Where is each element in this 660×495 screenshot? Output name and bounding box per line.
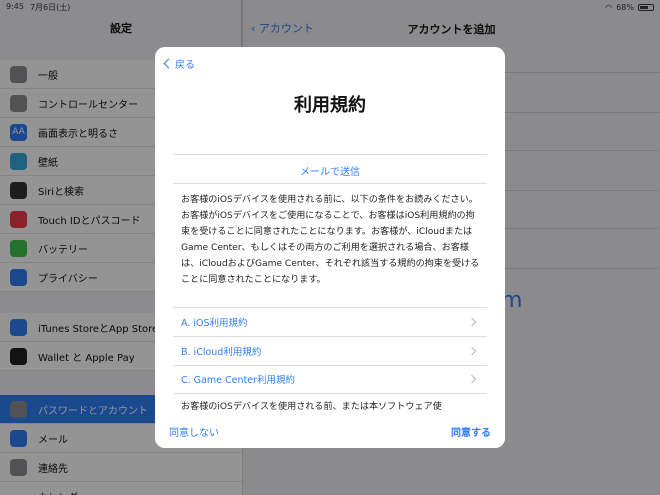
chevron-left-icon [163,58,174,69]
terms-intro-text: お客様のiOSデバイスを使用される前に、以下の条件をお読みください。お客様がiO… [181,195,480,285]
icloud-terms-link[interactable]: B. iCloud利用規約 [181,337,481,365]
terms-continued-text: お客様のiOSデバイスを使用される前、または本ソフトウェア使 [181,402,442,412]
status-date: 7月6日(土) [29,2,71,12]
status-time: 9:45 [6,1,24,11]
chevron-right-icon [467,346,477,356]
status-bar: 9:45 7月6日(土) ◠ 68% [0,0,660,14]
chevron-right-icon [467,317,477,327]
game-center-terms-label: C. Game Center利用規約 [181,375,295,386]
terms-dialog: 戻る 利用規約 メールで送信 お客様のiOSデバイスを使用される前に、以下の条件… [155,47,505,448]
game-center-terms-link[interactable]: C. Game Center利用規約 [181,365,481,393]
terms-title: 利用規約 [294,95,366,116]
terms-back-label: 戻る [175,60,195,71]
battery-icon [638,3,654,11]
icloud-terms-label: B. iCloud利用規約 [181,347,262,358]
agree-button[interactable]: 同意する [451,424,491,439]
wifi-icon: ◠ [605,2,613,12]
ios-terms-label: A. iOS利用規約 [181,318,248,329]
ios-terms-link[interactable]: A. iOS利用規約 [181,308,481,336]
chevron-right-icon [467,374,477,384]
send-by-email-link[interactable]: メールで送信 [155,163,505,178]
terms-back-button[interactable]: 戻る [163,56,195,71]
battery-percent: 68% [616,2,634,12]
disagree-button[interactable]: 同意しない [169,424,219,439]
